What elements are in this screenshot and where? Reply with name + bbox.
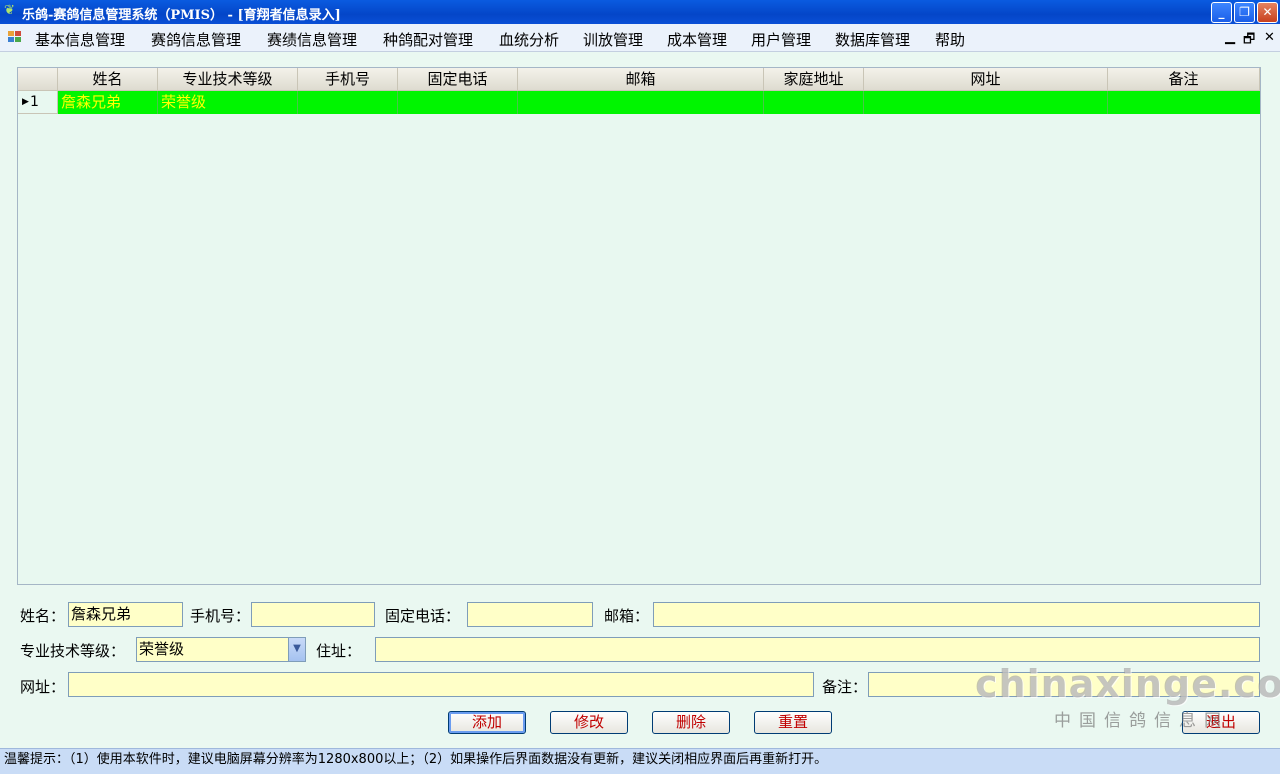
grid-header: 姓名 专业技术等级 手机号 固定电话 邮箱 家庭地址 网址 备注	[18, 68, 1260, 91]
menu-pigeon-info[interactable]: 赛鸽信息管理	[151, 29, 241, 50]
cell-mobile[interactable]	[298, 91, 398, 114]
website-label: 网址：	[20, 678, 66, 696]
pigeon-icon: ❦	[4, 3, 15, 18]
cell-email[interactable]	[518, 91, 764, 114]
menu-breeding-pairs[interactable]: 种鸽配对管理	[383, 29, 473, 50]
name-label: 姓名：	[20, 607, 66, 625]
column-header-address[interactable]: 家庭地址	[764, 68, 864, 91]
column-header-phone[interactable]: 固定电话	[398, 68, 518, 91]
chevron-down-icon[interactable]: ▼	[288, 638, 305, 661]
title-bar: ❦ 乐鸽-赛鸽信息管理系统（PMIS） - [育翔者信息录入] _ ❐ ✕	[0, 0, 1280, 24]
grade-select[interactable]: 荣誉级 ▼	[136, 637, 306, 662]
table-row[interactable]: ▶ 1 詹森兄弟 荣誉级	[18, 91, 1260, 114]
website-field[interactable]	[68, 672, 814, 697]
column-header-name[interactable]: 姓名	[58, 68, 158, 91]
edit-button[interactable]: 修改	[550, 711, 628, 734]
column-header-email[interactable]: 邮箱	[518, 68, 764, 91]
menu-race-results[interactable]: 赛绩信息管理	[267, 29, 357, 50]
menu-cost[interactable]: 成本管理	[667, 29, 727, 50]
column-header-mobile[interactable]: 手机号	[298, 68, 398, 91]
email-field[interactable]	[653, 602, 1260, 627]
add-button[interactable]: 添加	[448, 711, 526, 734]
cell-website[interactable]	[864, 91, 1108, 114]
reset-button[interactable]: 重置	[754, 711, 832, 734]
phone-field[interactable]	[467, 602, 593, 627]
email-label: 邮箱：	[604, 607, 650, 625]
watermark-site-name: 中国信鸽信息网	[1054, 711, 1229, 731]
watermark-domain: chinaxinge.com	[975, 662, 1280, 706]
grade-label: 专业技术等级：	[20, 642, 126, 660]
menu-training[interactable]: 训放管理	[583, 29, 643, 50]
row-number: 1	[30, 94, 39, 110]
address-field[interactable]	[375, 637, 1260, 662]
column-header-note[interactable]: 备注	[1108, 68, 1260, 91]
cell-name[interactable]: 詹森兄弟	[58, 91, 158, 114]
name-field[interactable]: 詹森兄弟	[68, 602, 183, 627]
menu-users[interactable]: 用户管理	[751, 29, 811, 50]
cell-phone[interactable]	[398, 91, 518, 114]
note-label: 备注：	[822, 678, 868, 696]
cell-note[interactable]	[1108, 91, 1260, 114]
delete-button[interactable]: 删除	[652, 711, 730, 734]
row-header[interactable]: ▶ 1	[18, 91, 58, 114]
menu-basic-info[interactable]: 基本信息管理	[35, 29, 125, 50]
phone-label: 固定电话：	[385, 607, 461, 625]
mdi-minimize-button[interactable]: ▁	[1225, 30, 1235, 45]
close-button[interactable]: ✕	[1257, 2, 1278, 23]
address-label: 住址：	[316, 642, 362, 660]
menu-database[interactable]: 数据库管理	[835, 29, 910, 50]
menu-help[interactable]: 帮助	[935, 29, 965, 50]
grade-select-value: 荣誉级	[139, 640, 185, 658]
window-title: 乐鸽-赛鸽信息管理系统（PMIS） - [育翔者信息录入]	[22, 8, 341, 23]
row-pointer-icon: ▶	[22, 97, 29, 107]
mdi-window-icon[interactable]	[8, 31, 22, 43]
cell-grade[interactable]: 荣誉级	[158, 91, 298, 114]
menu-bar: 基本信息管理 赛鸽信息管理 赛绩信息管理 种鸽配对管理 血统分析 训放管理 成本…	[0, 24, 1280, 52]
row-header-corner	[18, 68, 58, 91]
breeder-grid[interactable]: 姓名 专业技术等级 手机号 固定电话 邮箱 家庭地址 网址 备注 ▶ 1 詹森兄…	[17, 67, 1261, 585]
mdi-restore-button[interactable]: 🗗	[1243, 30, 1255, 52]
mobile-label: 手机号：	[190, 607, 251, 625]
mdi-close-button[interactable]: ✕	[1264, 30, 1275, 45]
restore-button[interactable]: ❐	[1234, 2, 1255, 23]
status-bar: 温馨提示：（1）使用本软件时，建议电脑屏幕分辨率为1280x800以上；（2）如…	[0, 748, 1280, 774]
column-header-grade[interactable]: 专业技术等级	[158, 68, 298, 91]
menu-pedigree[interactable]: 血统分析	[499, 29, 559, 50]
column-header-website[interactable]: 网址	[864, 68, 1108, 91]
cell-address[interactable]	[764, 91, 864, 114]
mobile-field[interactable]	[251, 602, 375, 627]
minimize-button[interactable]: _	[1211, 2, 1232, 23]
